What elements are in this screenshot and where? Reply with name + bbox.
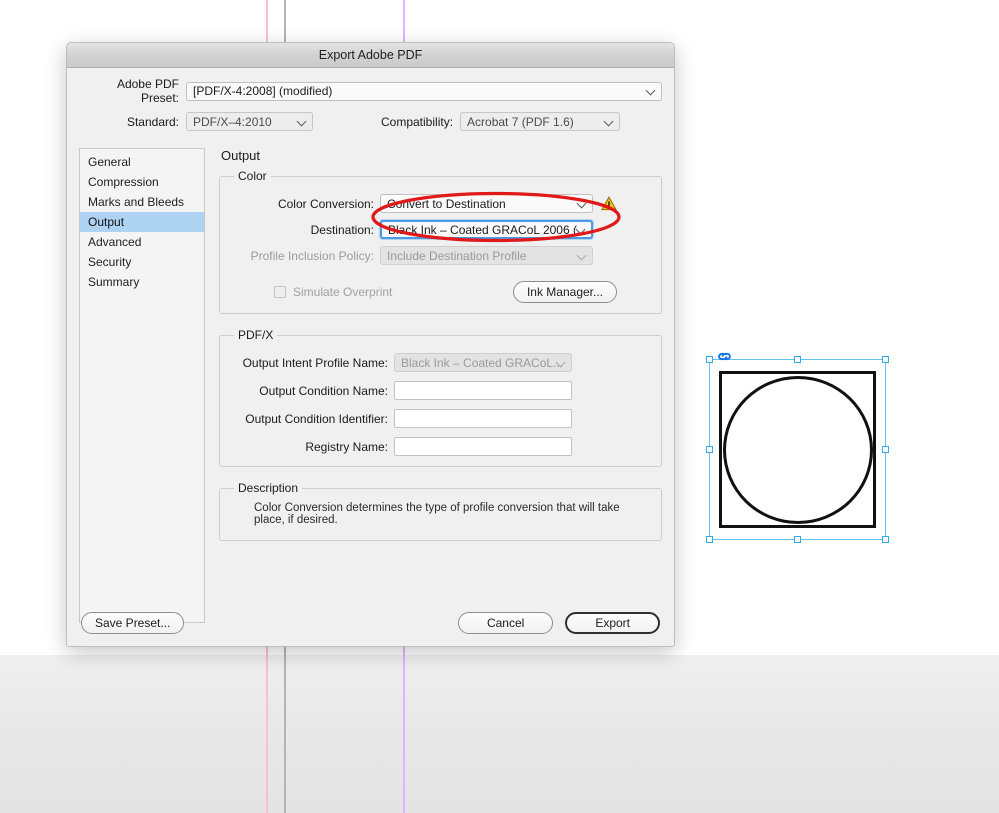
registry-name-input[interactable] (394, 437, 572, 456)
panel-title: Output (221, 148, 662, 163)
compatibility-value: Acrobat 7 (PDF 1.6) (467, 115, 574, 129)
dialog-title: Export Adobe PDF (319, 48, 423, 62)
sidebar-item-compression[interactable]: Compression (80, 172, 204, 192)
export-button[interactable]: Export (565, 612, 660, 634)
export-adobe-pdf-dialog[interactable]: Export Adobe PDF Adobe PDF Preset: [PDF/… (66, 42, 675, 647)
sidebar-item-general[interactable]: General (80, 152, 204, 172)
dialog-sidebar[interactable]: General Compression Marks and Bleeds Out… (79, 148, 205, 623)
profile-inclusion-policy-value: Include Destination Profile (387, 249, 526, 263)
cancel-button[interactable]: Cancel (458, 612, 553, 634)
color-conversion-value: Convert to Destination (387, 197, 506, 211)
selection-handle-middle-left[interactable] (706, 446, 713, 453)
output-condition-name-input[interactable] (394, 381, 572, 400)
selection-handle-bottom-left[interactable] (706, 536, 713, 543)
pdfx-group: PDF/X Output Intent Profile Name: Black … (219, 328, 662, 467)
simulate-overprint-checkbox (274, 286, 286, 298)
adobe-pdf-preset-value: [PDF/X-4:2008] (modified) (193, 84, 332, 98)
ink-manager-button[interactable]: Ink Manager... (513, 281, 617, 303)
destination-dropdown[interactable]: Black Ink – Coated GRACoL 2006 (... (380, 220, 593, 239)
color-conversion-label: Color Conversion: (232, 197, 374, 211)
sidebar-item-advanced[interactable]: Advanced (80, 232, 204, 252)
save-preset-button[interactable]: Save Preset... (81, 612, 184, 634)
description-group: Description Color Conversion determines … (219, 481, 662, 541)
compatibility-label: Compatibility: (381, 115, 453, 129)
artwork-square (719, 371, 876, 528)
description-group-legend: Description (234, 481, 302, 495)
description-text: Color Conversion determines the type of … (232, 499, 649, 526)
dialog-titlebar: Export Adobe PDF (67, 43, 674, 68)
profile-inclusion-policy-dropdown: Include Destination Profile (380, 246, 593, 265)
preset-label: Adobe PDF Preset: (79, 77, 179, 105)
selection-handle-bottom-center[interactable] (794, 536, 801, 543)
simulate-overprint-label: Simulate Overprint (293, 285, 392, 299)
color-group-legend: Color (234, 169, 271, 183)
selection-handle-top-left[interactable] (706, 356, 713, 363)
adobe-pdf-preset-dropdown[interactable]: [PDF/X-4:2008] (modified) (186, 82, 662, 101)
profile-inclusion-policy-label: Profile Inclusion Policy: (232, 249, 374, 263)
output-intent-profile-name-value: Black Ink – Coated GRACoL... (401, 356, 563, 370)
standard-label: Standard: (79, 115, 179, 129)
pdfx-group-legend: PDF/X (234, 328, 277, 342)
output-panel: Output Color Color Conversion: Convert t… (205, 145, 662, 623)
sidebar-item-summary[interactable]: Summary (80, 272, 204, 292)
compatibility-dropdown[interactable]: Acrobat 7 (PDF 1.6) (460, 112, 620, 131)
sidebar-item-output[interactable]: Output (80, 212, 204, 232)
output-condition-name-label: Output Condition Name: (232, 384, 388, 398)
selection-handle-top-right[interactable] (882, 356, 889, 363)
destination-value: Black Ink – Coated GRACoL 2006 (... (388, 223, 587, 237)
output-intent-profile-name-dropdown: Black Ink – Coated GRACoL... (394, 353, 572, 372)
selected-image-frame[interactable] (709, 359, 886, 540)
standard-value: PDF/X–4:2010 (193, 115, 272, 129)
color-conversion-dropdown[interactable]: Convert to Destination (380, 194, 593, 213)
selection-handle-bottom-right[interactable] (882, 536, 889, 543)
selection-handle-middle-right[interactable] (882, 446, 889, 453)
artwork-circle (723, 376, 873, 524)
link-chain-icon[interactable] (717, 351, 732, 364)
output-condition-identifier-input[interactable] (394, 409, 572, 428)
selection-handle-top-center[interactable] (794, 356, 801, 363)
dialog-footer: Save Preset... Cancel Export (67, 600, 674, 646)
warning-triangle-icon (601, 196, 617, 211)
sidebar-item-marks-and-bleeds[interactable]: Marks and Bleeds (80, 192, 204, 212)
standard-dropdown[interactable]: PDF/X–4:2010 (186, 112, 313, 131)
sidebar-item-security[interactable]: Security (80, 252, 204, 272)
color-group: Color Color Conversion: Convert to Desti… (219, 169, 662, 314)
output-intent-profile-name-label: Output Intent Profile Name: (232, 356, 388, 370)
destination-label: Destination: (232, 223, 374, 237)
output-condition-identifier-label: Output Condition Identifier: (232, 412, 388, 426)
registry-name-label: Registry Name: (232, 440, 388, 454)
